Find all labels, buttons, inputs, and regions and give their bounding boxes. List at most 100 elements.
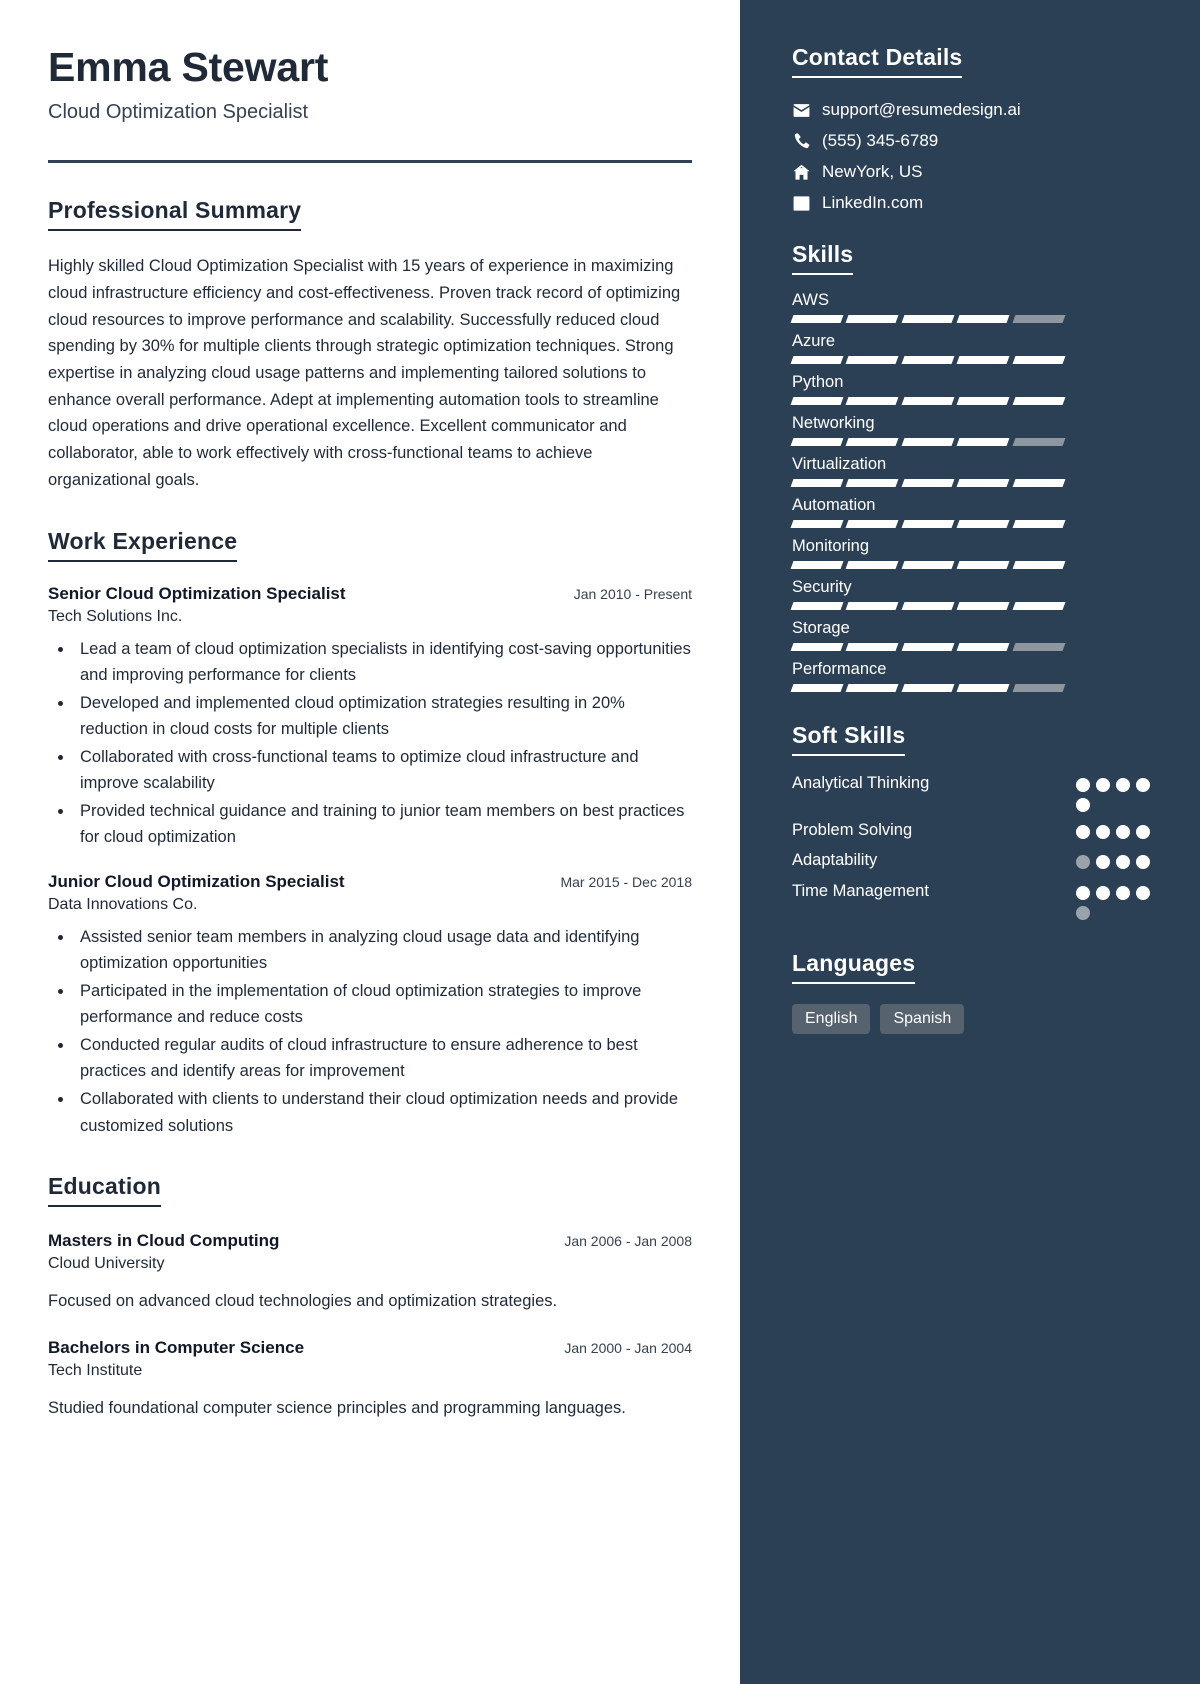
section-work-experience: Work Experience Senior Cloud Optimizatio… bbox=[48, 528, 692, 1139]
skill-bar-segment bbox=[845, 438, 900, 446]
soft-skill-rating bbox=[1076, 849, 1160, 870]
resume-page: Emma Stewart Cloud Optimization Speciali… bbox=[0, 0, 1200, 1684]
job-header-row: Junior Cloud Optimization Specialist Mar … bbox=[48, 872, 692, 892]
phone-icon bbox=[792, 132, 822, 151]
skill-bar-segment bbox=[956, 561, 1011, 569]
section-title-work-experience: Work Experience bbox=[48, 528, 238, 562]
contact-item[interactable]: (555) 345-6789 bbox=[792, 131, 1160, 151]
rating-dot bbox=[1116, 778, 1130, 792]
language-chip: English bbox=[792, 1003, 871, 1034]
education-item: Masters in Cloud Computing Jan 2006 - Jan… bbox=[48, 1231, 692, 1315]
skill-name: Performance bbox=[792, 660, 887, 678]
skill-level-bar bbox=[790, 438, 1066, 446]
contact-item[interactable]: support@resumedesign.ai bbox=[792, 100, 1160, 120]
skill-item: Storage bbox=[790, 619, 1160, 651]
skill-bar-segment bbox=[1012, 684, 1066, 692]
soft-skill-rating bbox=[1076, 819, 1160, 839]
contact-value: LinkedIn.com bbox=[822, 193, 924, 212]
job-bullet: Collaborated with cross-functional teams… bbox=[74, 744, 692, 796]
soft-skill-item: Time Management bbox=[792, 880, 1160, 920]
skill-bar-segment bbox=[956, 602, 1011, 610]
skill-bar-segment bbox=[1012, 315, 1066, 323]
education-header-row: Bachelors in Computer Science Jan 2000 - … bbox=[48, 1338, 692, 1358]
section-languages: Languages English Spanish bbox=[792, 950, 1160, 1034]
education-description: Studied foundational computer science pr… bbox=[48, 1399, 626, 1418]
skill-item: Python bbox=[790, 373, 1160, 405]
skill-level-bar bbox=[790, 315, 1066, 323]
rating-dot bbox=[1136, 855, 1150, 870]
section-title-soft-skills: Soft Skills bbox=[792, 722, 906, 756]
skill-level-bar bbox=[790, 643, 1066, 651]
soft-skill-item: Adaptability bbox=[792, 849, 1160, 872]
skill-name: Automation bbox=[792, 496, 876, 514]
education-dates: Jan 2006 - Jan 2008 bbox=[564, 1232, 692, 1249]
skill-bar-segment bbox=[956, 684, 1011, 692]
candidate-name: Emma Stewart bbox=[48, 44, 329, 90]
education-list: Masters in Cloud Computing Jan 2006 - Jan… bbox=[48, 1231, 692, 1422]
job-company: Tech Solutions Inc. bbox=[48, 607, 183, 625]
skill-bar-segment bbox=[790, 684, 844, 692]
section-title-contact: Contact Details bbox=[792, 44, 963, 78]
rating-dot bbox=[1096, 885, 1110, 900]
section-title-languages: Languages bbox=[792, 950, 916, 984]
work-experience-item: Senior Cloud Optimization Specialist Jan … bbox=[48, 584, 692, 851]
work-experience-list: Senior Cloud Optimization Specialist Jan … bbox=[48, 584, 692, 1139]
skill-bar-segment bbox=[790, 520, 844, 528]
education-description: Focused on advanced cloud technologies a… bbox=[48, 1291, 558, 1310]
skill-bar-segment bbox=[1012, 397, 1066, 405]
contact-value: (555) 345-6789 bbox=[822, 131, 939, 150]
skill-bar-segment bbox=[901, 602, 955, 610]
rating-dot bbox=[1076, 778, 1090, 792]
skill-bar-segment bbox=[956, 643, 1011, 651]
skill-bar-segment bbox=[1012, 643, 1066, 651]
job-bullet-list: Lead a team of cloud optimization specia… bbox=[48, 636, 692, 851]
skill-bar-segment bbox=[845, 561, 900, 569]
rating-dot bbox=[1076, 855, 1090, 870]
skill-level-bar bbox=[790, 684, 1066, 692]
skill-bar-segment bbox=[845, 315, 900, 323]
rating-dot bbox=[1076, 798, 1090, 812]
contact-list: support@resumedesign.ai (555) 345-6789 New… bbox=[792, 100, 1160, 213]
soft-skill-rating bbox=[1076, 772, 1160, 812]
soft-skill-name: Analytical Thinking bbox=[792, 774, 930, 792]
section-title-summary: Professional Summary bbox=[48, 197, 302, 232]
job-bullet: Developed and implemented cloud optimiza… bbox=[74, 690, 692, 742]
rating-dot bbox=[1096, 778, 1110, 792]
section-contact-details: Contact Details support@resumedesign.ai (… bbox=[792, 44, 1160, 213]
rating-dot bbox=[1136, 825, 1150, 839]
contact-item[interactable]: LinkedIn.com bbox=[792, 193, 1160, 213]
job-bullet: Collaborated with clients to understand … bbox=[74, 1086, 692, 1138]
contact-item[interactable]: NewYork, US bbox=[792, 162, 1160, 182]
skill-bar-segment bbox=[790, 356, 844, 364]
skills-list: AWS Azure Python Networking Virtualization Au… bbox=[790, 291, 1160, 692]
rating-dot bbox=[1096, 855, 1110, 870]
rating-dot bbox=[1076, 825, 1090, 839]
languages-list: English Spanish bbox=[792, 1003, 1160, 1034]
skill-bar-segment bbox=[1012, 438, 1066, 446]
rating-dot bbox=[1076, 905, 1090, 920]
job-dates: Jan 2010 - Present bbox=[573, 585, 692, 602]
skill-bar-segment bbox=[845, 356, 900, 364]
skill-bar-segment bbox=[956, 479, 1011, 487]
skill-name: Networking bbox=[792, 414, 875, 432]
skill-bar-segment bbox=[901, 438, 955, 446]
skill-level-bar bbox=[790, 356, 1066, 364]
language-chip: Spanish bbox=[880, 1003, 965, 1034]
skill-bar-segment bbox=[956, 438, 1011, 446]
skill-item: Virtualization bbox=[790, 455, 1160, 487]
section-professional-summary: Professional Summary Highly skilled Clou… bbox=[48, 197, 692, 493]
education-degree: Masters in Cloud Computing bbox=[48, 1230, 280, 1250]
job-bullet: Lead a team of cloud optimization specia… bbox=[74, 636, 692, 688]
job-bullet: Assisted senior team members in analyzin… bbox=[74, 924, 692, 976]
skill-bar-segment bbox=[901, 520, 955, 528]
rating-dot bbox=[1136, 778, 1150, 792]
skill-bar-segment bbox=[901, 479, 955, 487]
job-bullet: Provided technical guidance and training… bbox=[74, 798, 692, 850]
education-item: Bachelors in Computer Science Jan 2000 - … bbox=[48, 1338, 692, 1422]
skill-bar-segment bbox=[1012, 602, 1066, 610]
skill-bar-segment bbox=[956, 397, 1011, 405]
skill-item: Networking bbox=[790, 414, 1160, 446]
section-title-skills: Skills bbox=[792, 241, 854, 275]
work-experience-item: Junior Cloud Optimization Specialist Mar … bbox=[48, 872, 692, 1139]
skill-bar-segment bbox=[790, 397, 844, 405]
